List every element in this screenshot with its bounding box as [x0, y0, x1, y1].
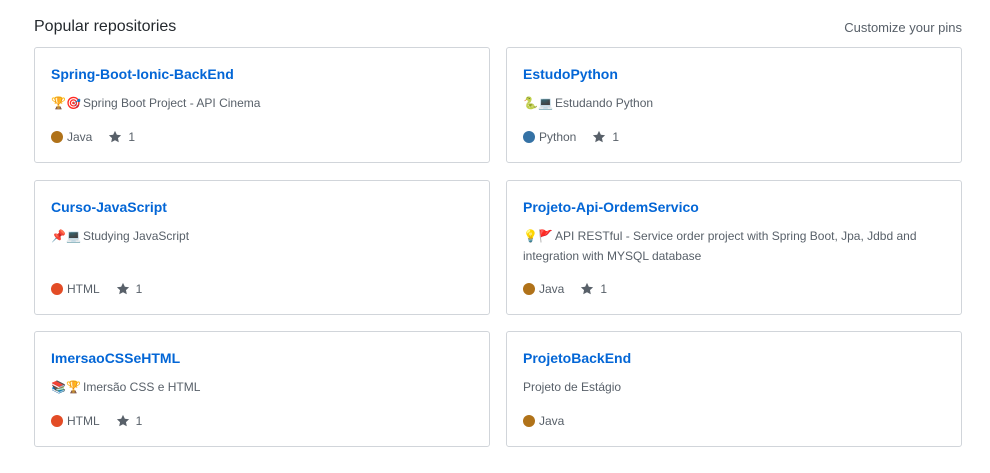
star-icon	[116, 414, 129, 427]
repo-description: Projeto de Estágio	[523, 377, 945, 397]
section-title: Popular repositories	[34, 18, 177, 35]
customize-pins-link[interactable]: Customize your pins	[844, 20, 962, 35]
star-count: 1	[612, 130, 620, 144]
repo-language: HTML	[51, 414, 100, 428]
repo-name-link[interactable]: Projeto-Api-OrdemServico	[523, 199, 699, 215]
repo-stars-link[interactable]: 1	[108, 130, 135, 144]
repo-card: Projeto-Api-OrdemServico 💡🚩 API RESTful -…	[506, 180, 962, 315]
repo-description: 🏆🎯 Spring Boot Project - API Cinema	[51, 93, 473, 113]
repo-card: Curso-JavaScript 📌💻 Studying JavaScript H…	[34, 180, 490, 315]
repo-emoji: 📌💻	[51, 229, 81, 243]
star-count: 1	[135, 282, 143, 296]
repo-emoji: 📚🏆	[51, 380, 81, 394]
repo-description-text: Estudando Python	[555, 96, 654, 110]
star-count: 1	[128, 130, 136, 144]
star-icon	[109, 130, 122, 143]
language-label: Java	[67, 130, 93, 144]
star-count: 1	[135, 414, 143, 428]
repo-language: Java	[51, 130, 92, 144]
repo-meta: Python 1	[523, 130, 619, 144]
repo-meta: Java 1	[523, 282, 607, 296]
repo-name-link[interactable]: Curso-JavaScript	[51, 199, 167, 215]
star-icon	[593, 130, 606, 143]
star-icon	[116, 282, 129, 295]
repo-language: Java	[523, 282, 564, 296]
language-color-dot	[51, 131, 63, 143]
repo-language: Java	[523, 414, 564, 428]
repo-stars-link[interactable]: 1	[580, 282, 607, 296]
repo-card: Spring-Boot-Ionic-BackEnd 🏆🎯 Spring Boot …	[34, 47, 490, 163]
repo-emoji: 🏆🎯	[51, 96, 81, 110]
repo-description-text: API RESTful - Service order project with…	[523, 229, 917, 263]
repo-emoji: 🐍💻	[523, 96, 553, 110]
repo-stars-link[interactable]: 1	[116, 414, 143, 428]
popular-repositories-header: Popular repositories Customize your pins	[34, 14, 962, 40]
language-label: Java	[539, 282, 565, 296]
language-color-dot	[51, 415, 63, 427]
language-label: Python	[539, 130, 577, 144]
repo-description: 📚🏆 Imersão CSS e HTML	[51, 377, 473, 397]
language-label: Java	[539, 414, 565, 428]
repo-language: Python	[523, 130, 576, 144]
language-color-dot	[523, 283, 535, 295]
repo-description-text: Projeto de Estágio	[523, 380, 622, 394]
repo-meta: Java	[523, 414, 580, 428]
repo-description: 🐍💻 Estudando Python	[523, 93, 945, 113]
repo-name-link[interactable]: Spring-Boot-Ionic-BackEnd	[51, 66, 234, 82]
repo-meta: HTML 1	[51, 414, 142, 428]
star-icon	[581, 282, 594, 295]
language-label: HTML	[67, 414, 100, 428]
repo-description-text: Imersão CSS e HTML	[83, 380, 201, 394]
repo-card: ImersaoCSSeHTML 📚🏆 Imersão CSS e HTML HTM…	[34, 331, 490, 447]
repo-emoji: 💡🚩	[523, 229, 553, 243]
repo-name-link[interactable]: ImersaoCSSeHTML	[51, 350, 180, 366]
repo-stars-link[interactable]: 1	[592, 130, 619, 144]
language-color-dot	[51, 283, 63, 295]
language-label: HTML	[67, 282, 100, 296]
language-color-dot	[523, 131, 535, 143]
repo-description-text: Spring Boot Project - API Cinema	[83, 96, 261, 110]
repo-name-link[interactable]: ProjetoBackEnd	[523, 350, 631, 366]
repo-name-link[interactable]: EstudoPython	[523, 66, 618, 82]
repo-description-text: Studying JavaScript	[83, 229, 190, 243]
repo-card: ProjetoBackEnd Projeto de Estágio Java	[506, 331, 962, 447]
repo-description: 📌💻 Studying JavaScript	[51, 226, 473, 246]
repo-card: EstudoPython 🐍💻 Estudando Python Python 1	[506, 47, 962, 163]
repo-description: 💡🚩 API RESTful - Service order project wi…	[523, 226, 945, 266]
star-count: 1	[600, 282, 608, 296]
repo-language: HTML	[51, 282, 100, 296]
repo-stars-link[interactable]: 1	[116, 282, 143, 296]
repo-meta: Java 1	[51, 130, 135, 144]
language-color-dot	[523, 415, 535, 427]
repo-meta: HTML 1	[51, 282, 142, 296]
